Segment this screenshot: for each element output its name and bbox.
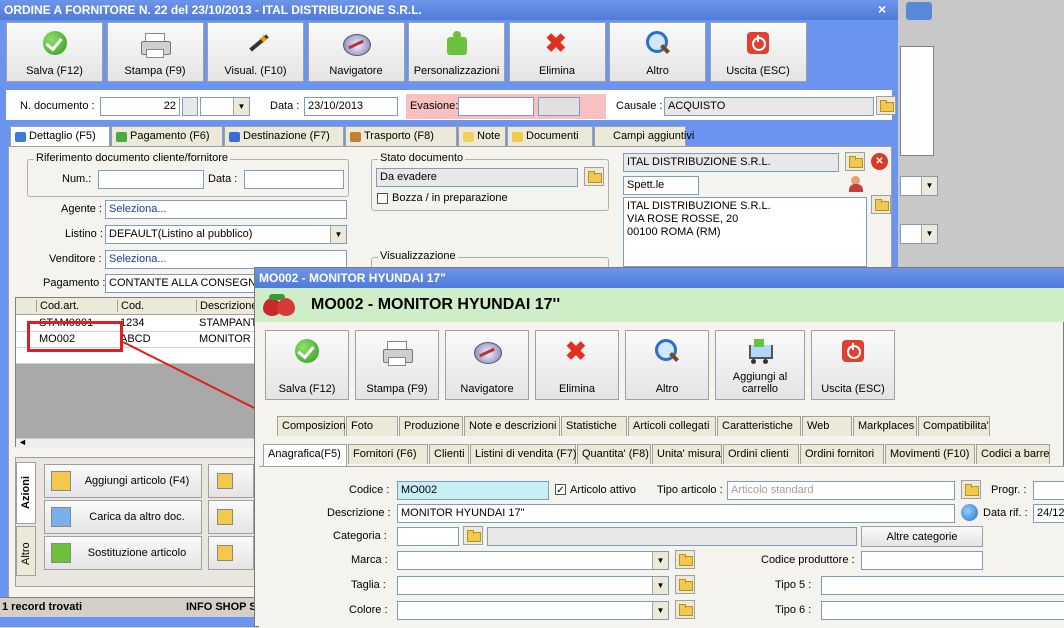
data-rif-field[interactable]: 24/12: [1033, 504, 1064, 523]
article-tab-caratteristiche[interactable]: Caratteristiche: [717, 416, 801, 436]
altre-categorie-button[interactable]: Altre categorie: [861, 526, 983, 547]
data-rif-label: Data rif. :: [983, 507, 1028, 519]
tipo6-field[interactable]: [821, 601, 1064, 620]
article-tab-web[interactable]: Web: [802, 416, 852, 436]
article-toolbar-button-stampa-f9[interactable]: Stampa (F9): [355, 330, 439, 400]
descrizione-label: Descrizione :: [327, 507, 391, 519]
chevron-down-icon[interactable]: ▼: [652, 552, 668, 569]
article-tab-note-e-descrizioni[interactable]: Note e descrizioni: [464, 416, 560, 436]
article-window: MO002 - MONITOR HYUNDAI 17" MO002 - MONI…: [254, 267, 1064, 628]
article-toolbar-button-altro[interactable]: Altro: [625, 330, 709, 400]
marca-combo[interactable]: ▼: [397, 551, 669, 570]
article-tab-articoli-collegati[interactable]: Articoli collegati: [628, 416, 716, 436]
article-tab-ordini-clienti[interactable]: Ordini clienti: [723, 444, 799, 464]
taglia-combo[interactable]: ▼: [397, 576, 669, 595]
marca-folder-icon[interactable]: [675, 550, 695, 569]
article-tab-markplaces[interactable]: Markplaces: [853, 416, 917, 436]
chevron-down-icon[interactable]: ▼: [652, 602, 668, 619]
article-toolbar-button-aggiungi-al-carrello[interactable]: Aggiungi al carrello: [715, 330, 805, 400]
categoria-label: Categoria :: [333, 530, 387, 542]
taglia-folder-icon[interactable]: [675, 575, 695, 594]
article-tab-compatibilita[interactable]: Compatibilita': [918, 416, 990, 436]
tipo6-label: Tipo 6 :: [775, 604, 812, 616]
article-toolbar-button-salva-f12[interactable]: Salva (F12): [265, 330, 349, 400]
article-tab-unita-misura[interactable]: Unita' misura: [652, 444, 722, 464]
article-toolbar: Salva (F12) Stampa (F9) Navigatore ✖ Elimina…: [265, 330, 1064, 402]
article-header: MO002 - MONITOR HYUNDAI 17'': [255, 288, 1064, 322]
categoria-folder-icon[interactable]: [463, 526, 483, 545]
tipo-articolo-label: Tipo articolo :: [657, 484, 723, 496]
article-toolbar-button-navigatore[interactable]: Navigatore: [445, 330, 529, 400]
power-icon: [839, 339, 867, 365]
articolo-attivo-label: Articolo attivo: [570, 484, 637, 496]
colore-label: Colore :: [349, 604, 388, 616]
article-tab-foto[interactable]: Foto: [346, 416, 398, 436]
chevron-down-icon[interactable]: ▼: [652, 577, 668, 594]
codice-label: Codice :: [349, 484, 390, 496]
descrizione-field[interactable]: MONITOR HYUNDAI 17": [397, 504, 955, 523]
article-window-title: MO002 - MONITOR HYUNDAI 17": [259, 271, 446, 285]
article-tabs-row2: Anagrafica(F5) Fornitori (F6) Clienti Listi…: [263, 444, 1064, 466]
article-toolbar-label: Navigatore: [460, 383, 514, 395]
article-toolbar-label: Salva (F12): [278, 383, 336, 395]
article-toolbar-label: Stampa (F9): [366, 383, 428, 395]
article-tab-ordini-fornitori[interactable]: Ordini fornitori: [800, 444, 884, 464]
article-toolbar-label: Elimina: [558, 383, 596, 395]
tipo-articolo-folder-icon[interactable]: [961, 480, 981, 499]
article-toolbar-button-elimina[interactable]: ✖ Elimina: [535, 330, 619, 400]
codice-field[interactable]: MO002: [397, 481, 549, 500]
tipo5-field[interactable]: [821, 576, 1064, 595]
strawberry-icon: [263, 294, 299, 318]
article-toolbar-button-uscita-esc[interactable]: Uscita (ESC): [811, 330, 895, 400]
printer-icon: [383, 339, 413, 366]
tipo5-label: Tipo 5 :: [775, 579, 812, 591]
article-tab-codici-a-barre[interactable]: Codici a barre: [976, 444, 1050, 464]
progr-label: Progr. :: [991, 484, 1027, 496]
article-tab-clienti[interactable]: Clienti: [429, 444, 469, 464]
marca-label: Marca :: [351, 554, 388, 566]
categoria-description: [487, 527, 857, 546]
progr-field[interactable]: [1033, 481, 1064, 500]
article-toolbar-label: Aggiungi al carrello: [732, 371, 788, 395]
codice-produttore-label: Codice produttore :: [761, 554, 855, 566]
article-tab-fornitori-f6[interactable]: Fornitori (F6): [348, 444, 428, 464]
article-header-title: MO002 - MONITOR HYUNDAI 17'': [311, 296, 561, 313]
article-form: Codice : MO002 ✓ Articolo attivo Tipo ar…: [259, 466, 1064, 628]
delete-x-icon: ✖: [565, 336, 587, 366]
categoria-field[interactable]: [397, 527, 459, 546]
article-title-bar: MO002 - MONITOR HYUNDAI 17": [255, 268, 1064, 288]
article-toolbar-label: Uscita (ESC): [821, 383, 885, 395]
article-tab-listini-di-vendita-f7[interactable]: Listini di vendita (F7): [470, 444, 577, 464]
cart-icon: [746, 339, 774, 365]
article-tab-movimenti-f10[interactable]: Movimenti (F10): [885, 444, 975, 464]
tipo-articolo-field[interactable]: Articolo standard: [727, 481, 955, 500]
article-tab-composizioni[interactable]: Composizioni: [277, 416, 348, 436]
altre-categorie-label: Altre categorie: [886, 531, 958, 543]
articolo-attivo-checkbox[interactable]: ✓: [555, 484, 566, 496]
article-toolbar-label: Altro: [655, 383, 679, 395]
compass-icon: [473, 339, 502, 365]
codice-produttore-field[interactable]: [861, 551, 983, 570]
colore-folder-icon[interactable]: [675, 600, 695, 619]
globe-icon[interactable]: [961, 504, 978, 521]
magnifier-icon: [653, 339, 681, 365]
article-tab-statistiche[interactable]: Statistiche: [561, 416, 627, 436]
check-icon: [293, 339, 321, 365]
colore-combo[interactable]: ▼: [397, 601, 669, 620]
article-tab-anagrafica-f5[interactable]: Anagrafica(F5): [263, 444, 347, 466]
article-tabs-row1: Composizioni Foto Produzione Note e descriz…: [277, 416, 1064, 438]
article-tab-quantita-f8[interactable]: Quantita' (F8): [577, 444, 651, 464]
article-tab-produzione[interactable]: Produzione: [399, 416, 463, 436]
taglia-label: Taglia :: [351, 579, 386, 591]
